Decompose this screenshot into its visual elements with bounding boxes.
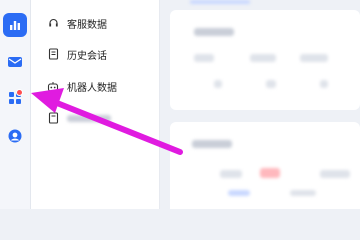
menu-item-obscured[interactable] bbox=[31, 104, 159, 132]
active-tab-indicator bbox=[190, 0, 250, 4]
mail-icon bbox=[8, 57, 22, 67]
headset-icon bbox=[45, 15, 61, 31]
summary-card bbox=[170, 10, 360, 110]
bar-chart-icon bbox=[10, 21, 20, 30]
detail-card bbox=[170, 122, 360, 209]
obscured-label bbox=[67, 115, 111, 122]
menu-item-service-data[interactable]: 客服数据 bbox=[31, 9, 159, 37]
rail-item-messages[interactable] bbox=[3, 50, 27, 74]
rail-item-data[interactable] bbox=[3, 13, 27, 37]
menu-item-label: 机器人数据 bbox=[67, 82, 117, 94]
menu-item-label: 客服数据 bbox=[67, 19, 107, 31]
agent-headset-icon bbox=[8, 129, 22, 143]
notification-badge bbox=[16, 89, 23, 96]
menu-item-robot-data[interactable]: 机器人数据 bbox=[31, 72, 159, 100]
document-icon bbox=[45, 110, 61, 126]
menu-item-history[interactable]: 历史会话 bbox=[31, 40, 159, 68]
main-content bbox=[160, 0, 360, 209]
robot-icon bbox=[45, 78, 61, 94]
document-icon bbox=[45, 46, 61, 62]
app-icon-rail bbox=[0, 0, 31, 209]
secondary-menu: 客服数据 历史会话 机器人数据 bbox=[31, 0, 160, 209]
rail-item-apps[interactable] bbox=[3, 86, 27, 110]
menu-item-label: 历史会话 bbox=[67, 50, 107, 62]
rail-item-agents[interactable] bbox=[3, 124, 27, 148]
